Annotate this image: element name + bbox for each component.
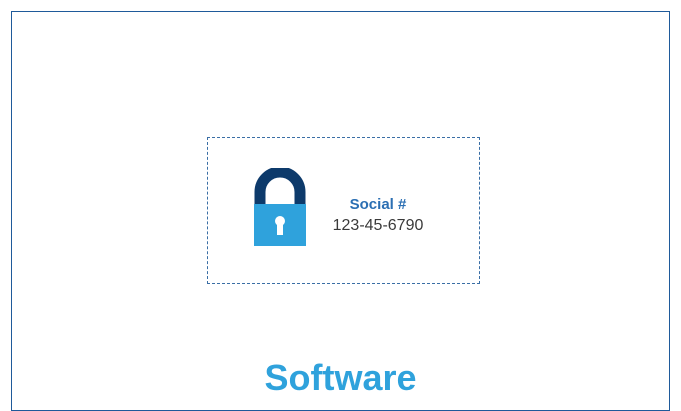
secure-data-title: Social # [349,196,407,213]
diagram-caption: Software [264,357,417,398]
lock-icon [254,168,306,246]
secure-data-value: 123-45-6790 [332,217,424,234]
lock-shackle [254,168,306,204]
lock-keyhole-slot [277,223,283,235]
secure-data-label: Social # 123-45-6790 [318,196,438,236]
